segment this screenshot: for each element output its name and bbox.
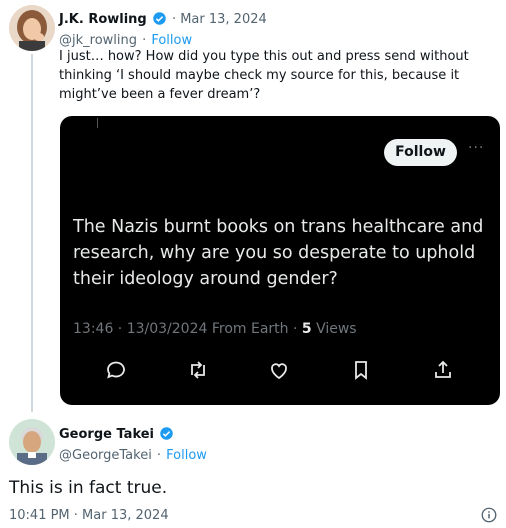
card-follow-button: Follow	[384, 139, 457, 166]
author-name[interactable]: George Takei	[59, 427, 154, 442]
share-icon	[435, 360, 451, 378]
reply-icon	[107, 361, 125, 379]
caret-mark	[97, 118, 98, 128]
more-options-icon: ···	[468, 140, 485, 156]
card-meta-line: 13:46 · 13/03/2024 From Earth · 5 Views	[73, 321, 357, 337]
verified-badge-icon	[160, 427, 173, 440]
verified-badge-icon	[153, 12, 166, 25]
card-views-label: Views	[311, 321, 357, 337]
retweet-icon	[191, 361, 205, 379]
george-takei-avatar[interactable]	[9, 419, 55, 465]
tweet-date[interactable]: · Mar 13, 2024	[172, 12, 267, 27]
author-name[interactable]: J.K. Rowling	[59, 12, 147, 27]
follow-link[interactable]: Follow	[151, 33, 192, 48]
author-handle[interactable]: @GeorgeTakei	[59, 448, 152, 463]
separator-dot: ·	[156, 448, 162, 463]
card-meta-prefix: 13:46 · 13/03/2024 From Earth ·	[73, 321, 302, 337]
jk-rowling-avatar[interactable]	[9, 5, 55, 51]
card-tweet-text: The Nazis burnt books on trans healthcar…	[73, 217, 484, 289]
card-views-count: 5	[301, 321, 312, 337]
tweet-text: I just… how? How did you type this out a…	[59, 49, 469, 102]
separator-dot: ·	[142, 33, 147, 48]
follow-link[interactable]: Follow	[166, 448, 207, 463]
author-handle[interactable]: @jk_rowling	[59, 33, 137, 48]
like-icon	[271, 363, 287, 380]
embedded-tweet-screenshot: Follow ··· The Nazis burnt books on tran…	[60, 116, 500, 405]
thread-connector-line	[31, 54, 33, 412]
bookmark-icon	[355, 361, 367, 380]
tweet-timestamp[interactable]: 10:41 PM · Mar 13, 2024	[9, 508, 169, 523]
tweet-text: This is in fact true.	[9, 478, 168, 498]
info-icon[interactable]	[480, 506, 498, 524]
